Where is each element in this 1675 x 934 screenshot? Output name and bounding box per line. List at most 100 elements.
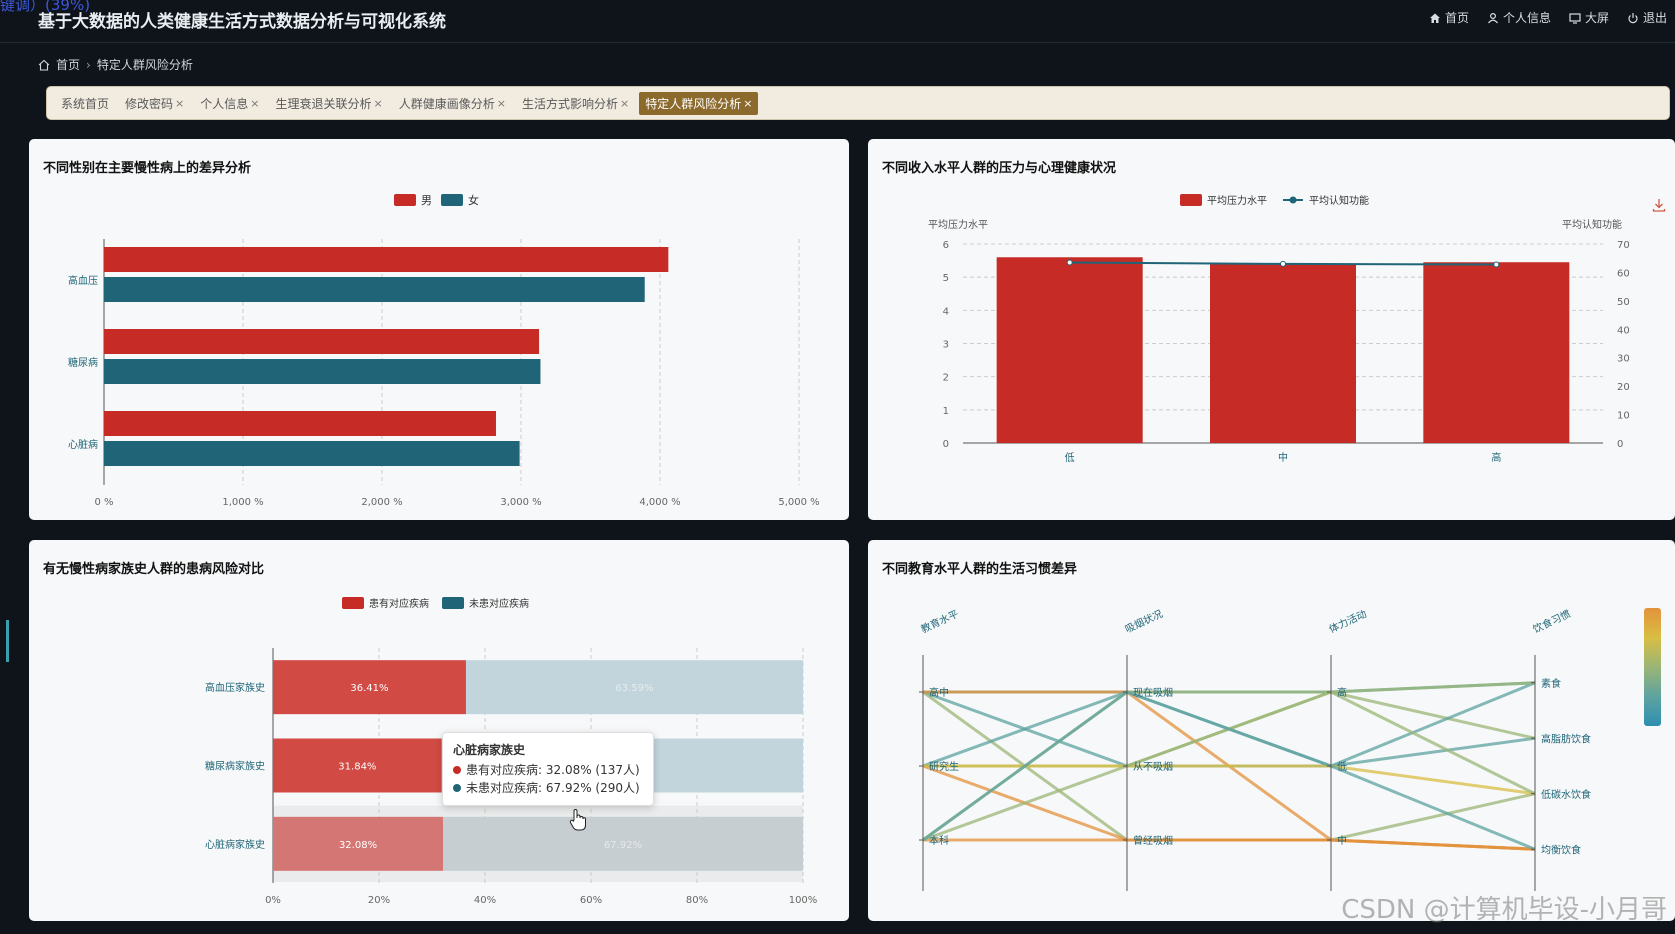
y-tick-label: 糖尿病家族史 bbox=[205, 760, 265, 773]
y-tick-label: 糖尿病 bbox=[68, 356, 98, 369]
x-tick-label: 3,000 % bbox=[500, 497, 541, 508]
bar bbox=[104, 359, 541, 384]
tab-lifestyle-impact[interactable]: 生活方式影响分析 × bbox=[516, 92, 635, 115]
family-history-chart-card: 有无慢性病家族史人群的患病风险对比 患有对应疾病 未患对应疾病 0% 20% 40% 60… bbox=[29, 540, 849, 921]
close-icon[interactable]: × bbox=[620, 97, 629, 110]
x-tick-label: 0% bbox=[265, 895, 281, 906]
data-label: 63.59% bbox=[615, 683, 653, 694]
red-dot-icon bbox=[453, 766, 461, 774]
tooltip-line: 患有对应疾病: 32.08% (137人) bbox=[466, 763, 640, 777]
close-icon[interactable]: × bbox=[497, 97, 506, 110]
legend-swatch bbox=[394, 194, 416, 206]
series-line bbox=[923, 764, 1536, 796]
y-tick-label: 0 bbox=[943, 439, 949, 450]
x-tick-label: 0 % bbox=[94, 497, 113, 508]
bar bbox=[104, 247, 669, 272]
education-parallel-chart: 教育水平本科 研究生 高中 吸烟状况曾经吸烟 从不吸烟 现在吸烟 体力活动中 低 高 饮食习惯均衡… bbox=[919, 607, 1661, 891]
data-label: 32.08% bbox=[339, 840, 377, 851]
education-chart-card: 不同教育水平人群的生活习惯差异 教育水平 本科 研究生 高中 吸烟状况 曾经吸烟 从不吸烟现… bbox=[868, 540, 1675, 921]
x-tick-label: 5,000 % bbox=[778, 497, 819, 508]
legend-marker bbox=[1289, 196, 1297, 204]
nav-home-label: 首页 bbox=[1444, 11, 1469, 25]
watermark: CSDN @计算机毕设-小月哥 bbox=[1341, 895, 1667, 925]
y-tick-label: 3 bbox=[943, 340, 949, 351]
nav-bigscreen-label: 大屏 bbox=[1584, 11, 1609, 25]
top-bar: 键调）(39%) 基于大数据的人类健康生活方式数据分析与可视化系统 首页 个人信… bbox=[0, 0, 1675, 43]
x-tick-label: 中 bbox=[1278, 451, 1288, 464]
legend-label: 未患对应疾病 bbox=[469, 597, 529, 610]
close-icon[interactable]: × bbox=[175, 97, 184, 110]
nav-bigscreen[interactable]: 大屏 bbox=[1569, 9, 1609, 26]
axis-name: 饮食习惯 bbox=[1531, 607, 1573, 636]
axis-tick-label: 高脂肪饮食 bbox=[1541, 732, 1591, 745]
nav-profile[interactable]: 个人信息 bbox=[1487, 9, 1551, 26]
y-tick-label: 2 bbox=[943, 373, 949, 384]
income-stress-chart: 平均压力水平 平均认知功能平均压力水平 平均认知功能0123456010203040… bbox=[928, 194, 1630, 464]
data-label: 31.84% bbox=[338, 762, 376, 773]
line-point bbox=[1066, 259, 1073, 266]
bar bbox=[104, 277, 645, 302]
y2-axis-title: 平均认知功能 bbox=[1562, 218, 1622, 231]
tabs-bar: 系统首页 修改密码 × 个人信息 × 生理衰退关联分析 × 人群健康画像分析 × 生活方… bbox=[46, 86, 1670, 120]
axis-tick-label: 低 bbox=[1337, 760, 1347, 773]
axis-tick-label: 高中 bbox=[929, 686, 949, 699]
gender-disease-bar-chart: 男 女 0 % 1,000 % 2,000 % 3,000 % 4,000 % 5,000 %… bbox=[68, 193, 820, 508]
income-chart-card: 不同收入水平人群的压力与心理健康状况 平均压力水平 平均认知功能 平均压力水平 平均认… bbox=[868, 139, 1675, 520]
bar bbox=[104, 329, 540, 354]
nav-profile-label: 个人信息 bbox=[1502, 11, 1551, 25]
axis-tick-label: 高 bbox=[1337, 686, 1347, 699]
nav-home[interactable]: 首页 bbox=[1429, 9, 1469, 26]
breadcrumb-home[interactable]: 首页 bbox=[56, 56, 80, 73]
axis-tick-label: 研究生 bbox=[929, 760, 959, 773]
bar bbox=[1423, 262, 1570, 443]
close-icon[interactable]: × bbox=[374, 97, 383, 110]
teal-dot-icon bbox=[453, 784, 461, 792]
legend-label: 平均认知功能 bbox=[1309, 194, 1369, 207]
tab-physiological-decline[interactable]: 生理衰退关联分析 × bbox=[269, 92, 388, 115]
app-title: 基于大数据的人类健康生活方式数据分析与可视化系统 bbox=[38, 12, 446, 32]
axis-tick-label: 从不吸烟 bbox=[1133, 760, 1173, 773]
x-tick-label: 2,000 % bbox=[361, 497, 402, 508]
data-label: 67.92% bbox=[604, 840, 642, 851]
bar bbox=[104, 441, 520, 466]
download-icon[interactable] bbox=[1651, 197, 1667, 213]
y2-tick-label: 0 bbox=[1617, 439, 1623, 450]
y2-tick-label: 50 bbox=[1617, 297, 1630, 308]
nav-logout-label: 退出 bbox=[1642, 11, 1667, 25]
tab-profile[interactable]: 个人信息 × bbox=[194, 92, 265, 115]
axis-tick-label: 低碳水饮食 bbox=[1541, 788, 1591, 801]
x-tick-label: 80% bbox=[686, 895, 708, 906]
close-icon[interactable]: × bbox=[743, 97, 752, 110]
x-tick-label: 100% bbox=[789, 895, 818, 906]
x-tick-label: 4,000 % bbox=[639, 497, 680, 508]
tab-specific-risk[interactable]: 特定人群风险分析 × bbox=[639, 91, 759, 115]
tab-label: 修改密码 bbox=[125, 96, 174, 111]
axis-name: 体力活动 bbox=[1327, 607, 1369, 636]
breadcrumb-current: 特定人群风险分析 bbox=[96, 58, 193, 72]
tab-label: 系统首页 bbox=[61, 96, 110, 111]
y2-tick-label: 40 bbox=[1617, 325, 1630, 336]
axis-name: 吸烟状况 bbox=[1123, 607, 1165, 636]
close-icon[interactable]: × bbox=[250, 97, 259, 110]
y-tick-label: 高血压家族史 bbox=[205, 681, 265, 694]
tab-population-health[interactable]: 人群健康画像分析 × bbox=[393, 92, 512, 115]
tab-label: 人群健康画像分析 bbox=[398, 96, 495, 111]
y2-tick-label: 30 bbox=[1617, 354, 1630, 365]
chart-tooltip: 心脏病家族史 患有对应疾病: 32.08% (137人) 未患对应疾病: 67.… bbox=[442, 732, 654, 806]
axis-tick-label: 素食 bbox=[1541, 677, 1561, 690]
tab-system-home[interactable]: 系统首页 bbox=[55, 92, 115, 115]
axis-tick-label: 均衡饮食 bbox=[1541, 843, 1581, 856]
line-point bbox=[1280, 260, 1286, 267]
breadcrumb: 首页 › 特定人群风险分析 bbox=[38, 56, 193, 73]
bar bbox=[104, 411, 496, 436]
nav-logout[interactable]: 退出 bbox=[1627, 9, 1667, 26]
tab-change-password[interactable]: 修改密码 × bbox=[119, 92, 190, 115]
series-line bbox=[923, 690, 1536, 851]
legend-swatch bbox=[1180, 194, 1202, 206]
tooltip-title: 心脏病家族史 bbox=[453, 743, 526, 757]
home-icon[interactable] bbox=[38, 59, 50, 71]
x-tick-label: 20% bbox=[368, 895, 390, 906]
axis-tick-label: 本科 bbox=[929, 834, 949, 847]
legend-swatch bbox=[442, 597, 464, 609]
tab-label: 生活方式影响分析 bbox=[521, 96, 618, 111]
